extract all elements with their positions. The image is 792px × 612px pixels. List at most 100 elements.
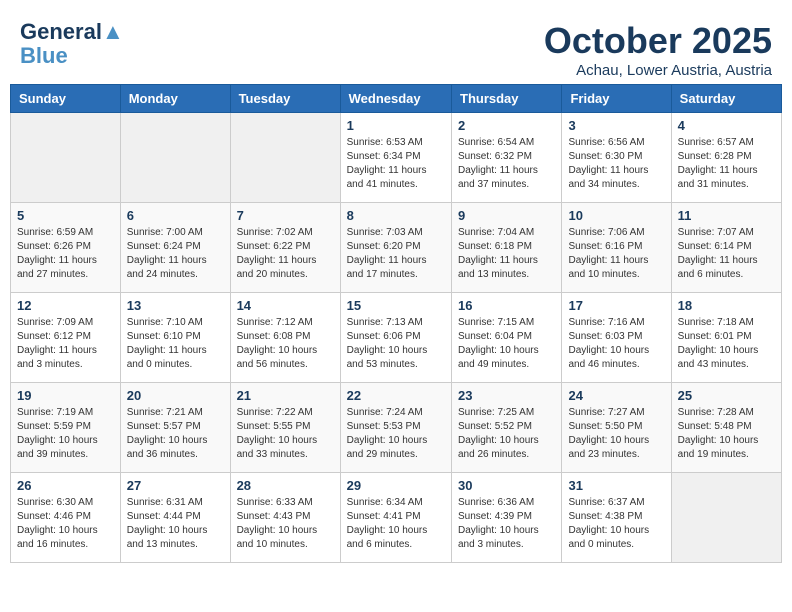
- calendar-day-cell: 6Sunrise: 7:00 AM Sunset: 6:24 PM Daylig…: [120, 203, 230, 293]
- day-number: 30: [458, 478, 555, 493]
- day-number: 28: [237, 478, 334, 493]
- calendar-day-cell: 11Sunrise: 7:07 AM Sunset: 6:14 PM Dayli…: [671, 203, 781, 293]
- location: Achau, Lower Austria, Austria: [544, 62, 772, 79]
- day-number: 27: [127, 478, 224, 493]
- day-info: Sunrise: 7:10 AM Sunset: 6:10 PM Dayligh…: [127, 316, 224, 372]
- day-info: Sunrise: 6:30 AM Sunset: 4:46 PM Dayligh…: [17, 496, 114, 552]
- calendar-day-cell: 5 Sunrise: 6:59 AM Sunset: 6:26 PM Daylig…: [11, 203, 121, 293]
- day-number: 22: [347, 388, 445, 403]
- weekday-header: Wednesday: [340, 85, 451, 113]
- day-number: 1: [347, 118, 445, 133]
- day-number: 23: [458, 388, 555, 403]
- day-info: Sunrise: 6:59 AM Sunset: 6:26 PM Dayligh…: [17, 226, 114, 282]
- day-info: Sunrise: 7:28 AM Sunset: 5:48 PM Dayligh…: [678, 406, 775, 462]
- calendar-day-cell: 19 Sunrise: 7:19 AM Sunset: 5:59 PM Dayli…: [11, 383, 121, 473]
- day-info: Sunrise: 7:18 AM Sunset: 6:01 PM Dayligh…: [678, 316, 775, 372]
- calendar-day-cell: [671, 473, 781, 563]
- calendar-day-cell: 2Sunrise: 6:54 AM Sunset: 6:32 PM Daylig…: [452, 113, 562, 203]
- calendar-week-row: 1Sunrise: 6:53 AM Sunset: 6:34 PM Daylig…: [11, 113, 782, 203]
- day-number: 14: [237, 298, 334, 313]
- calendar-week-row: 19 Sunrise: 7:19 AM Sunset: 5:59 PM Dayli…: [11, 383, 782, 473]
- calendar-day-cell: 9 Sunrise: 7:04 AM Sunset: 6:18 PM Daylig…: [452, 203, 562, 293]
- calendar-week-row: 5 Sunrise: 6:59 AM Sunset: 6:26 PM Daylig…: [11, 203, 782, 293]
- calendar-day-cell: 22 Sunrise: 7:24 AM Sunset: 5:53 PM Dayli…: [340, 383, 451, 473]
- day-info: Sunrise: 7:07 AM Sunset: 6:14 PM Dayligh…: [678, 226, 775, 282]
- calendar-day-cell: 16Sunrise: 7:15 AM Sunset: 6:04 PM Dayli…: [452, 293, 562, 383]
- day-info: Sunrise: 7:12 AM Sunset: 6:08 PM Dayligh…: [237, 316, 334, 372]
- day-number: 13: [127, 298, 224, 313]
- day-number: 15: [347, 298, 445, 313]
- calendar-week-row: 26 Sunrise: 6:30 AM Sunset: 4:46 PM Dayli…: [11, 473, 782, 563]
- weekday-header: Monday: [120, 85, 230, 113]
- day-number: 8: [347, 208, 445, 223]
- day-number: 19: [17, 388, 114, 403]
- weekday-header: Thursday: [452, 85, 562, 113]
- calendar-day-cell: 17 Sunrise: 7:16 AM Sunset: 6:03 PM Dayli…: [562, 293, 671, 383]
- calendar-day-cell: 24 Sunrise: 7:27 AM Sunset: 5:50 PM Dayli…: [562, 383, 671, 473]
- calendar-day-cell: 23 Sunrise: 7:25 AM Sunset: 5:52 PM Dayli…: [452, 383, 562, 473]
- title-area: October 2025 Achau, Lower Austria, Austr…: [544, 20, 772, 79]
- day-number: 9: [458, 208, 555, 223]
- calendar-day-cell: 13 Sunrise: 7:10 AM Sunset: 6:10 PM Dayli…: [120, 293, 230, 383]
- calendar-day-cell: 7Sunrise: 7:02 AM Sunset: 6:22 PM Daylig…: [230, 203, 340, 293]
- day-info: Sunrise: 7:27 AM Sunset: 5:50 PM Dayligh…: [568, 406, 664, 462]
- day-info: Sunrise: 7:16 AM Sunset: 6:03 PM Dayligh…: [568, 316, 664, 372]
- calendar-day-cell: 18Sunrise: 7:18 AM Sunset: 6:01 PM Dayli…: [671, 293, 781, 383]
- month-title: October 2025: [544, 20, 772, 62]
- day-number: 5: [17, 208, 114, 223]
- calendar-day-cell: 31 Sunrise: 6:37 AM Sunset: 4:38 PM Dayli…: [562, 473, 671, 563]
- day-number: 10: [568, 208, 664, 223]
- calendar-day-cell: 29 Sunrise: 6:34 AM Sunset: 4:41 PM Dayli…: [340, 473, 451, 563]
- day-info: Sunrise: 6:56 AM Sunset: 6:30 PM Dayligh…: [568, 136, 664, 192]
- logo-blue: Blue: [20, 44, 68, 68]
- weekday-header: Tuesday: [230, 85, 340, 113]
- day-number: 17: [568, 298, 664, 313]
- calendar-day-cell: 3Sunrise: 6:56 AM Sunset: 6:30 PM Daylig…: [562, 113, 671, 203]
- weekday-header: Friday: [562, 85, 671, 113]
- day-number: 31: [568, 478, 664, 493]
- day-info: Sunrise: 7:24 AM Sunset: 5:53 PM Dayligh…: [347, 406, 445, 462]
- calendar-day-cell: 8Sunrise: 7:03 AM Sunset: 6:20 PM Daylig…: [340, 203, 451, 293]
- calendar-day-cell: 14 Sunrise: 7:12 AM Sunset: 6:08 PM Dayli…: [230, 293, 340, 383]
- day-info: Sunrise: 6:34 AM Sunset: 4:41 PM Dayligh…: [347, 496, 445, 552]
- day-info: Sunrise: 7:19 AM Sunset: 5:59 PM Dayligh…: [17, 406, 114, 462]
- calendar-day-cell: 21 Sunrise: 7:22 AM Sunset: 5:55 PM Dayli…: [230, 383, 340, 473]
- day-info: Sunrise: 7:04 AM Sunset: 6:18 PM Dayligh…: [458, 226, 555, 282]
- day-info: Sunrise: 7:00 AM Sunset: 6:24 PM Dayligh…: [127, 226, 224, 282]
- calendar-day-cell: 30 Sunrise: 6:36 AM Sunset: 4:39 PM Dayli…: [452, 473, 562, 563]
- day-number: 25: [678, 388, 775, 403]
- day-number: 2: [458, 118, 555, 133]
- day-number: 26: [17, 478, 114, 493]
- day-info: Sunrise: 7:25 AM Sunset: 5:52 PM Dayligh…: [458, 406, 555, 462]
- weekday-header: Sunday: [11, 85, 121, 113]
- day-info: Sunrise: 6:33 AM Sunset: 4:43 PM Dayligh…: [237, 496, 334, 552]
- day-info: Sunrise: 7:09 AM Sunset: 6:12 PM Dayligh…: [17, 316, 114, 372]
- calendar-day-cell: [120, 113, 230, 203]
- day-info: Sunrise: 6:36 AM Sunset: 4:39 PM Dayligh…: [458, 496, 555, 552]
- calendar-day-cell: [11, 113, 121, 203]
- day-info: Sunrise: 7:22 AM Sunset: 5:55 PM Dayligh…: [237, 406, 334, 462]
- calendar-day-cell: 4Sunrise: 6:57 AM Sunset: 6:28 PM Daylig…: [671, 113, 781, 203]
- calendar-week-row: 12Sunrise: 7:09 AM Sunset: 6:12 PM Dayli…: [11, 293, 782, 383]
- calendar-day-cell: 10 Sunrise: 7:06 AM Sunset: 6:16 PM Dayli…: [562, 203, 671, 293]
- calendar-header-row: SundayMondayTuesdayWednesdayThursdayFrid…: [11, 85, 782, 113]
- calendar-day-cell: 12Sunrise: 7:09 AM Sunset: 6:12 PM Dayli…: [11, 293, 121, 383]
- day-number: 16: [458, 298, 555, 313]
- calendar-day-cell: 15Sunrise: 7:13 AM Sunset: 6:06 PM Dayli…: [340, 293, 451, 383]
- day-info: Sunrise: 6:37 AM Sunset: 4:38 PM Dayligh…: [568, 496, 664, 552]
- day-number: 29: [347, 478, 445, 493]
- day-info: Sunrise: 7:21 AM Sunset: 5:57 PM Dayligh…: [127, 406, 224, 462]
- calendar-day-cell: 26 Sunrise: 6:30 AM Sunset: 4:46 PM Dayli…: [11, 473, 121, 563]
- day-info: Sunrise: 7:02 AM Sunset: 6:22 PM Dayligh…: [237, 226, 334, 282]
- logo-text: General▲: [20, 20, 124, 44]
- day-info: Sunrise: 6:31 AM Sunset: 4:44 PM Dayligh…: [127, 496, 224, 552]
- logo: General▲ Blue: [20, 20, 124, 68]
- calendar-day-cell: 27 Sunrise: 6:31 AM Sunset: 4:44 PM Dayli…: [120, 473, 230, 563]
- day-info: Sunrise: 7:06 AM Sunset: 6:16 PM Dayligh…: [568, 226, 664, 282]
- day-number: 24: [568, 388, 664, 403]
- calendar-day-cell: 1Sunrise: 6:53 AM Sunset: 6:34 PM Daylig…: [340, 113, 451, 203]
- weekday-header: Saturday: [671, 85, 781, 113]
- calendar-body: 1Sunrise: 6:53 AM Sunset: 6:34 PM Daylig…: [11, 113, 782, 563]
- day-number: 21: [237, 388, 334, 403]
- day-info: Sunrise: 6:57 AM Sunset: 6:28 PM Dayligh…: [678, 136, 775, 192]
